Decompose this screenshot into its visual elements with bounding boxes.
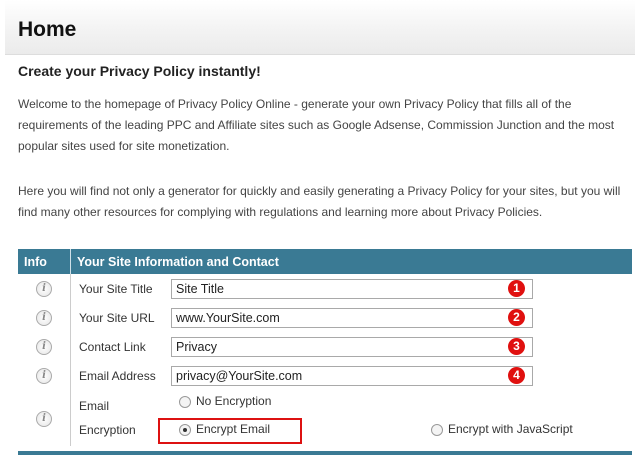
table-footer-bar	[18, 451, 632, 455]
info-icon[interactable]: i	[36, 368, 52, 384]
no-encryption-option[interactable]: No Encryption	[179, 394, 271, 408]
section-subtitle: Create your Privacy Policy instantly!	[18, 63, 261, 79]
info-icon[interactable]: i	[36, 281, 52, 297]
site-url-row: i Your Site URL 2	[18, 303, 632, 332]
table-header-row: Info Your Site Information and Contact	[18, 249, 632, 274]
email-encryption-label-line1: Email	[79, 399, 110, 413]
info-column-header: Info	[18, 249, 71, 274]
email-address-label: Email Address	[79, 368, 156, 383]
site-info-column-header: Your Site Information and Contact	[70, 249, 632, 274]
email-address-input[interactable]	[171, 365, 533, 386]
contact-link-input[interactable]	[171, 336, 533, 357]
contact-link-label: Contact Link	[79, 339, 146, 354]
info-icon[interactable]: i	[36, 339, 52, 355]
radio-icon[interactable]	[179, 395, 191, 408]
highlight-box	[158, 418, 302, 444]
page-header: Home	[5, 0, 635, 55]
resources-paragraph: Here you will find not only a generator …	[18, 184, 621, 219]
page-title: Home	[18, 18, 77, 41]
step-badge-2: 2	[508, 308, 525, 326]
contact-link-row: i Contact Link 3	[18, 332, 632, 361]
site-title-label: Your Site Title	[79, 281, 153, 296]
info-icon[interactable]: i	[36, 410, 52, 427]
email-address-row: i Email Address 4	[18, 361, 632, 390]
encrypt-javascript-option[interactable]: Encrypt with JavaScript	[431, 422, 573, 436]
info-icon[interactable]: i	[36, 310, 52, 326]
site-info-table: Info Your Site Information and Contact i…	[18, 249, 632, 446]
email-encryption-row: i Email Encryption No Encryption Encrypt…	[18, 390, 632, 446]
radio-icon[interactable]	[431, 423, 443, 436]
site-title-row: i Your Site Title 1	[18, 274, 632, 303]
step-badge-1: 1	[508, 279, 525, 297]
site-url-input[interactable]	[171, 307, 533, 328]
intro-paragraph: Welcome to the homepage of Privacy Polic…	[18, 97, 615, 153]
site-url-label: Your Site URL	[79, 310, 155, 325]
step-badge-3: 3	[508, 337, 525, 355]
step-badge-4: 4	[508, 366, 525, 384]
site-title-input[interactable]	[171, 278, 533, 299]
